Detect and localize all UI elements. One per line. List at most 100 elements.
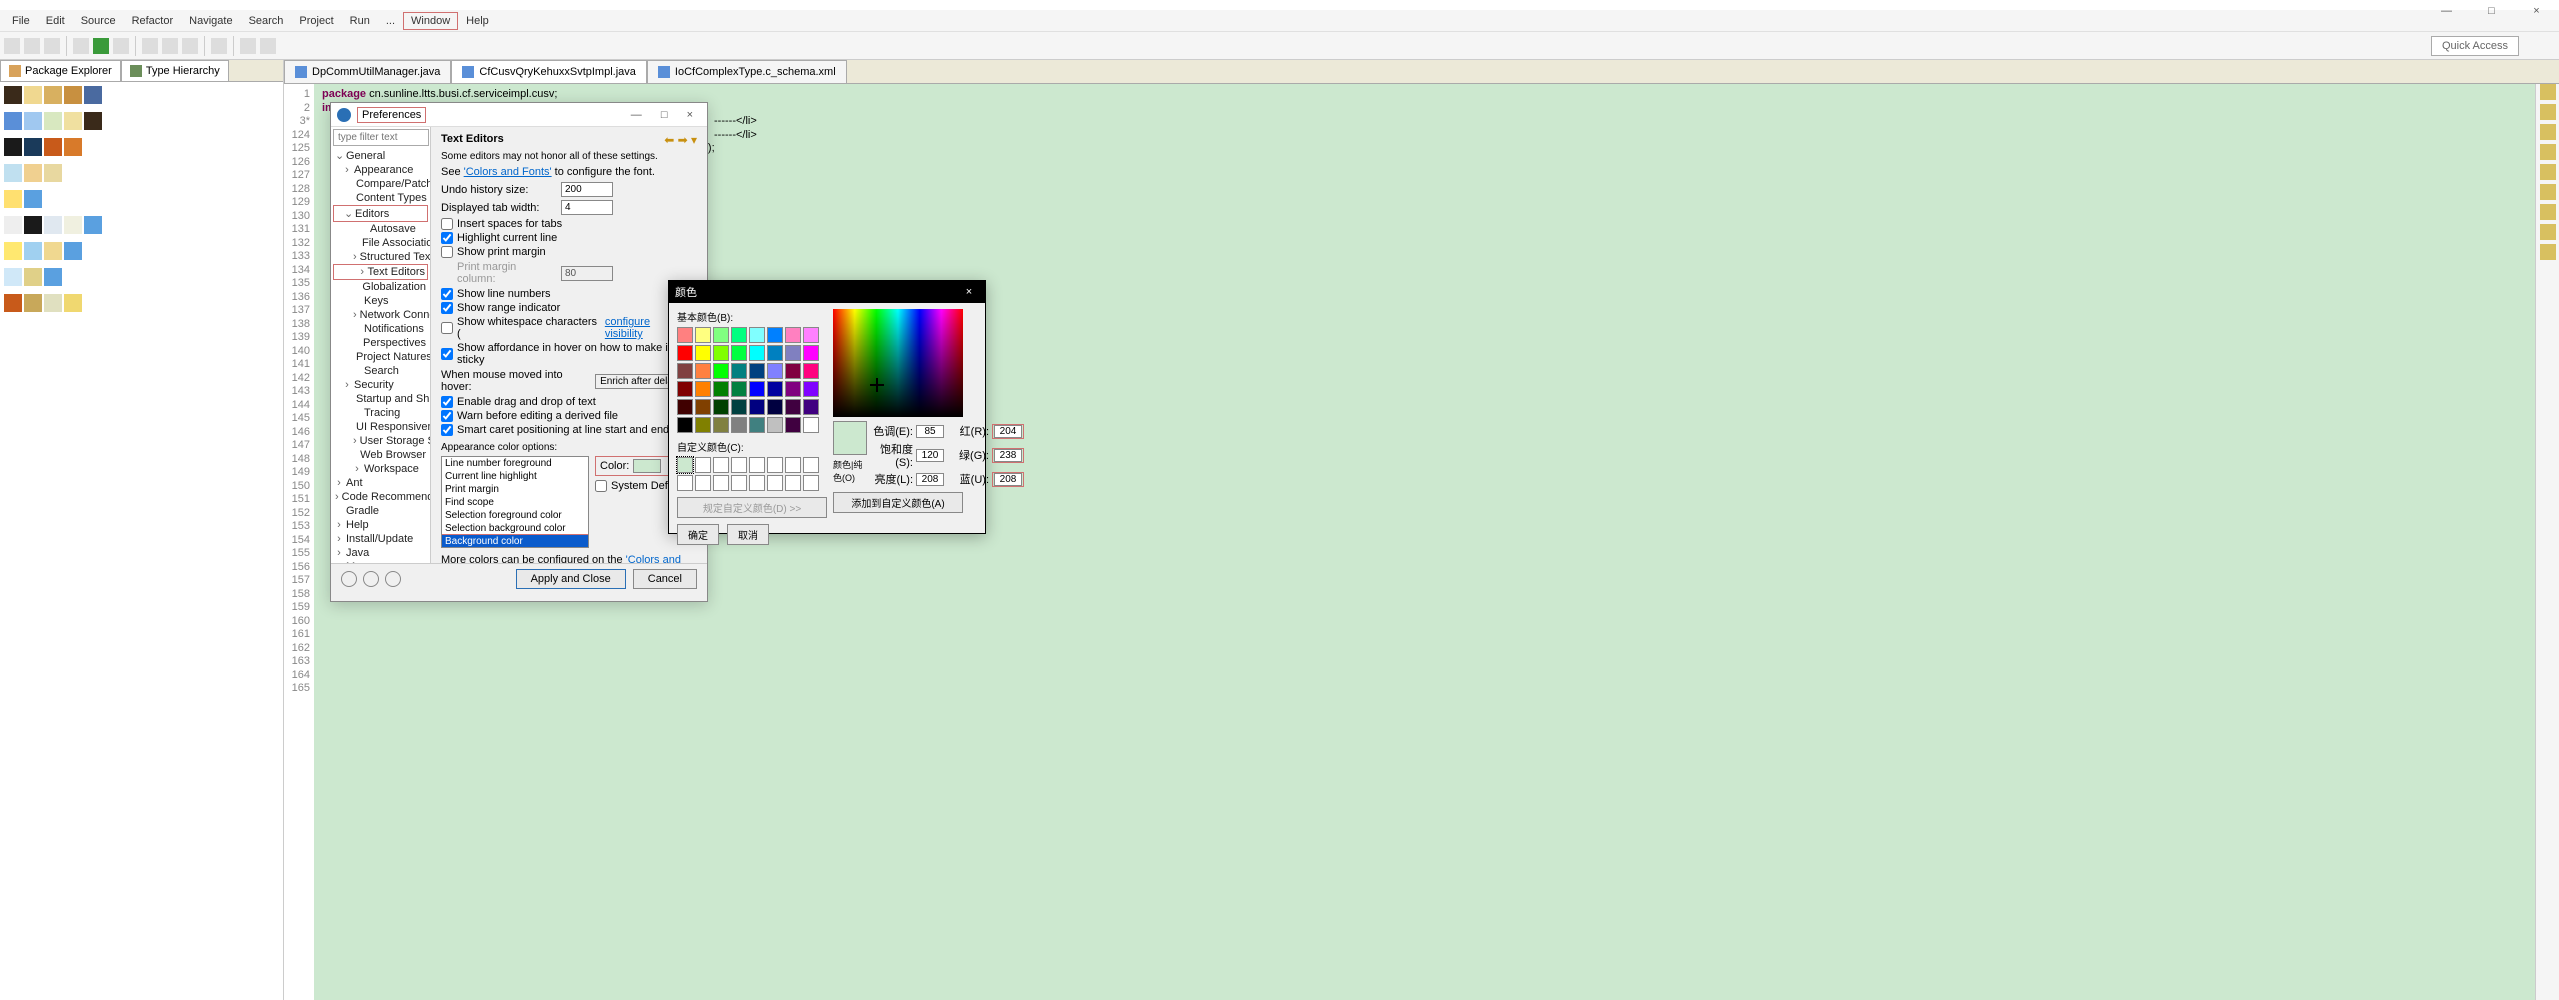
chk-whitespace[interactable] [441,322,453,334]
color-option[interactable]: Line number foreground [442,457,588,470]
chk-affordance[interactable] [441,348,453,360]
apply-close-button[interactable]: Apply and Close [516,569,626,589]
tree-node[interactable]: Gradle [333,504,428,518]
color-spectrum[interactable] [833,309,963,417]
basic-color-swatch[interactable] [713,417,729,433]
basic-color-swatch[interactable] [767,363,783,379]
marker-icon[interactable] [2540,124,2556,140]
basic-color-swatch[interactable] [731,381,747,397]
basic-color-swatch[interactable] [713,327,729,343]
coverage-icon[interactable] [113,38,129,54]
custom-swatch[interactable] [677,475,693,491]
chk-caret[interactable] [441,424,453,436]
menu-project[interactable]: Project [291,12,341,30]
menu-navigate[interactable]: Navigate [181,12,240,30]
tabwidth-input[interactable] [561,200,613,215]
basic-color-swatch[interactable] [785,327,801,343]
new-package-icon[interactable] [142,38,158,54]
color-swatch-button[interactable] [633,459,661,473]
filter-input[interactable] [333,129,429,146]
marker-icon[interactable] [2540,244,2556,260]
editor-tab[interactable]: CfCusvQryKehuxxSvtpImpl.java [451,60,647,83]
menu-help[interactable]: Help [458,12,497,30]
tree-node[interactable]: ›Network Connecti [333,308,428,322]
basic-color-swatch[interactable] [803,363,819,379]
custom-swatch[interactable] [713,457,729,473]
tree-node[interactable]: Tracing [333,406,428,420]
marker-icon[interactable] [2540,144,2556,160]
custom-swatch-selected[interactable] [677,457,693,473]
open-type-icon[interactable] [182,38,198,54]
tree-node[interactable]: ›Ant [333,476,428,490]
menu-run[interactable]: Run [342,12,378,30]
lum-input[interactable] [916,473,944,486]
custom-swatch[interactable] [695,457,711,473]
tree-node[interactable]: ⌄General [333,148,428,163]
back-icon[interactable] [240,38,256,54]
color-dialog-close[interactable]: × [959,286,979,298]
basic-color-swatch[interactable] [803,327,819,343]
basic-color-swatch[interactable] [677,417,693,433]
basic-color-swatch[interactable] [767,381,783,397]
tree-node[interactable]: ›Install/Update [333,532,428,546]
color-cancel-button[interactable]: 取消 [727,524,769,545]
color-options-list[interactable]: Line number foregroundCurrent line highl… [441,456,589,548]
basic-color-swatch[interactable] [785,417,801,433]
basic-color-swatch[interactable] [695,381,711,397]
tree-node[interactable]: Content Types [333,191,428,205]
sat-input[interactable] [916,449,944,462]
custom-swatch[interactable] [731,475,747,491]
basic-color-swatch[interactable] [731,363,747,379]
basic-color-swatch[interactable] [731,417,747,433]
basic-color-swatch[interactable] [749,399,765,415]
hue-input[interactable] [916,425,944,438]
green-input[interactable] [994,449,1022,462]
chk-derived[interactable] [441,410,453,422]
tree-node[interactable]: Keys [333,294,428,308]
tree-node[interactable]: Notifications [333,322,428,336]
menu-refactor[interactable]: Refactor [124,12,182,30]
custom-colors-grid[interactable] [677,457,827,491]
basic-colors-grid[interactable] [677,327,827,433]
custom-swatch[interactable] [767,457,783,473]
basic-color-swatch[interactable] [749,327,765,343]
basic-color-swatch[interactable] [803,417,819,433]
color-option[interactable]: Selection background color [442,522,588,535]
color-option[interactable]: Find scope [442,496,588,509]
tree-node[interactable]: Project Natures [333,350,428,364]
marker-icon[interactable] [2540,204,2556,220]
tree-node[interactable]: Startup and Shutd [333,392,428,406]
tree-node[interactable]: ›Maven [333,560,428,563]
menu-search[interactable]: Search [241,12,292,30]
run-icon[interactable] [93,38,109,54]
cancel-button[interactable]: Cancel [633,569,697,589]
debug-icon[interactable] [73,38,89,54]
tree-node[interactable]: ›Structured Text [333,250,428,264]
basic-color-swatch[interactable] [695,399,711,415]
new-icon[interactable] [4,38,20,54]
custom-swatch[interactable] [803,457,819,473]
chk-dnd[interactable] [441,396,453,408]
quick-access-input[interactable]: Quick Access [2431,36,2519,56]
color-option[interactable]: Print margin [442,483,588,496]
chk-linenums[interactable] [441,288,453,300]
tree-node[interactable]: ›Help [333,518,428,532]
search-icon[interactable] [211,38,227,54]
custom-swatch[interactable] [731,457,747,473]
menu-edit[interactable]: Edit [38,12,73,30]
basic-color-swatch[interactable] [677,399,693,415]
tree-node[interactable]: Perspectives [333,336,428,350]
basic-color-swatch[interactable] [677,363,693,379]
basic-color-swatch[interactable] [713,381,729,397]
add-custom-color-button[interactable]: 添加到自定义颜色(A) [833,492,963,513]
chk-margin[interactable] [441,246,453,258]
basic-color-swatch[interactable] [803,381,819,397]
editor-tab[interactable]: IoCfComplexType.c_schema.xml [647,60,847,83]
custom-swatch[interactable] [803,475,819,491]
custom-swatch[interactable] [713,475,729,491]
basic-color-swatch[interactable] [749,417,765,433]
view-tab-package-explorer[interactable]: Package Explorer [0,60,121,81]
blue-input[interactable] [994,473,1022,486]
menu-...[interactable]: ... [378,12,403,30]
chk-range[interactable] [441,302,453,314]
